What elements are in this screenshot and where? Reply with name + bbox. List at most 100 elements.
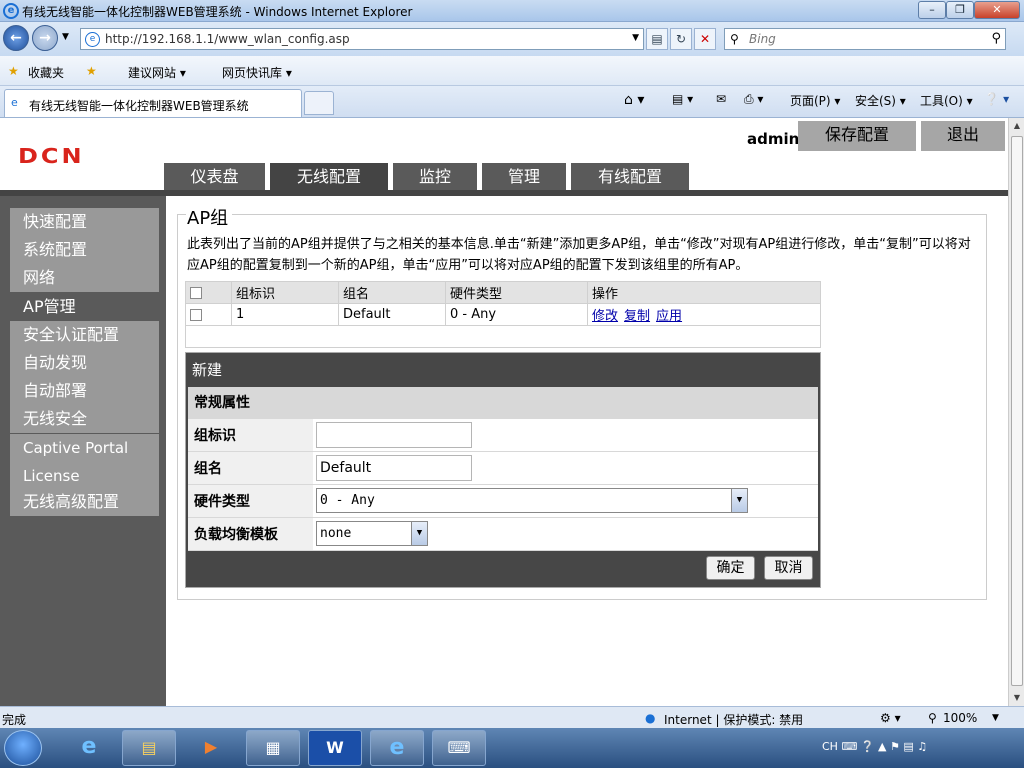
taskbar-word-icon[interactable]: W — [308, 730, 362, 766]
address-toolbar: ← → ▼ e http://192.168.1.1/www_wlan_conf… — [0, 22, 1024, 56]
table-header-row: 组标识 组名 硬件类型 操作 — [185, 281, 821, 304]
search-input[interactable]: ⚲ Bing ⚲ — [724, 28, 1006, 50]
taskbar-ie-icon[interactable]: e — [62, 730, 116, 766]
home-icon[interactable]: ⌂ ▾ — [624, 92, 644, 108]
taskbar: e ▤ ▶ ▦ W e ⌨ CH ⌨ ❔ ▲ ⚑ ▤ ♫ — [0, 728, 1024, 768]
window-titlebar: e 有线无线智能一体化控制器WEB管理系统 - Windows Internet… — [0, 0, 1024, 22]
favorites-bar: ★ 收藏夹 ★ 建议网站 ▾ 网页快讯库 ▾ — [0, 56, 1024, 86]
sidebar-item-auto-discovery[interactable]: 自动发现 — [10, 349, 159, 377]
page-scrollbar[interactable]: ▲ ▼ — [1008, 118, 1024, 706]
taskbar-app-icon[interactable]: ▦ — [246, 730, 300, 766]
sidebar-item-quick-config[interactable]: 快速配置 — [10, 208, 159, 236]
taskbar-media-icon[interactable]: ▶ — [184, 730, 238, 766]
scroll-thumb[interactable] — [1011, 136, 1023, 686]
add-favorite-icon[interactable]: ★ — [86, 64, 97, 78]
taskbar-ie-window-icon[interactable]: e — [370, 730, 424, 766]
cancel-button[interactable]: 取消 — [764, 556, 813, 580]
scroll-up-icon[interactable]: ▲ — [1010, 118, 1024, 134]
group-id-input[interactable] — [316, 421, 472, 448]
tools-menu[interactable]: 工具(O) ▾ — [920, 92, 973, 109]
webslice-gallery-link[interactable]: 网页快讯库 ▾ — [222, 64, 292, 81]
scroll-down-icon[interactable]: ▼ — [1010, 690, 1024, 706]
address-input[interactable]: e http://192.168.1.1/www_wlan_config.asp… — [80, 28, 644, 50]
print-icon[interactable]: ⎙ ▾ — [744, 92, 763, 107]
sidebar-item-network[interactable]: 网络 — [10, 264, 159, 292]
zone-text: Internet | 保护模式: 禁用 — [664, 713, 804, 727]
sidebar-item-license[interactable]: License — [10, 462, 159, 490]
sidebar-item-security-auth[interactable]: 安全认证配置 — [10, 321, 159, 349]
zoom-level[interactable]: 100% — [943, 711, 977, 725]
save-config-button[interactable]: 保存配置 — [798, 121, 916, 151]
tab-current[interactable]: e 有线无线智能一体化控制器WEB管理系统 — [4, 89, 302, 117]
sidebar-item-captive-portal[interactable]: Captive Portal — [10, 434, 159, 462]
tab-dashboard[interactable]: 仪表盘 — [164, 163, 265, 192]
feeds-icon[interactable]: ▤ ▾ — [672, 92, 693, 106]
history-dropdown-icon[interactable]: ▼ — [62, 32, 69, 42]
dcn-logo: DCN — [18, 144, 85, 168]
page-icon: e — [85, 32, 100, 47]
current-user: admin — [747, 130, 800, 148]
addons-icon[interactable]: ⚙ ▾ — [880, 711, 901, 725]
group-name-label: 组名 — [188, 451, 313, 485]
tab-manage[interactable]: 管理 — [482, 163, 566, 192]
address-url: http://192.168.1.1/www_wlan_config.asp — [105, 32, 350, 46]
status-text: 完成 — [2, 713, 27, 727]
copy-link[interactable]: 复制 — [624, 309, 650, 324]
stop-icon[interactable]: ✕ — [694, 28, 716, 50]
select-all-checkbox[interactable] — [190, 286, 202, 299]
close-button[interactable]: ✕ — [974, 1, 1020, 19]
tab-title: 有线无线智能一体化控制器WEB管理系统 — [29, 99, 249, 113]
ie-icon: e — [3, 3, 19, 19]
row-checkbox[interactable] — [190, 308, 202, 321]
page-menu[interactable]: 页面(P) ▾ — [790, 92, 840, 109]
table-empty-row — [185, 325, 821, 348]
search-icon[interactable]: ⚲ — [991, 31, 1001, 46]
safety-menu[interactable]: 安全(S) ▾ — [855, 92, 906, 109]
main-content: AP组 此表列出了当前的AP组并提供了与之相关的基本信息.单击“新建”添加更多A… — [166, 196, 1008, 706]
refresh-icon[interactable]: ↻ — [670, 28, 692, 50]
sidebar-item-auto-deploy[interactable]: 自动部署 — [10, 377, 159, 405]
sidebar-item-wireless-security[interactable]: 无线安全 — [10, 405, 159, 433]
tab-monitor[interactable]: 监控 — [393, 163, 477, 192]
compat-view-icon[interactable]: ▤ — [646, 28, 668, 50]
col-actions: 操作 — [587, 281, 821, 304]
back-button[interactable]: ← — [3, 25, 29, 51]
taskbar-keyboard-icon[interactable]: ⌨ — [432, 730, 486, 766]
sidebar-item-ap-manage[interactable]: AP管理 — [10, 293, 159, 321]
tab-page-icon: e — [11, 96, 18, 109]
forward-button[interactable]: → — [32, 25, 58, 51]
zoom-dropdown-icon[interactable]: ▼ — [992, 713, 999, 723]
help-icon[interactable]: ❔ ▾ — [984, 92, 1009, 106]
page-title: AP组 — [186, 204, 233, 230]
logout-button[interactable]: 退出 — [921, 121, 1005, 151]
new-tab-button[interactable] — [304, 91, 334, 115]
address-dropdown-icon[interactable]: ▼ — [632, 33, 639, 43]
hardware-type-select[interactable]: 0 - Any ▼ — [316, 488, 748, 513]
favorites-button[interactable]: 收藏夹 — [28, 64, 64, 81]
start-button[interactable] — [4, 730, 42, 766]
sidebar-item-wireless-advanced[interactable]: 无线高级配置 — [10, 488, 159, 516]
status-bar: 完成 ● Internet | 保护模式: 禁用 ⚙ ▾ ⚲ 100% ▼ — [0, 706, 1024, 728]
form-row-hardware-type: 硬件类型 0 - Any ▼ — [188, 484, 818, 518]
maximize-button[interactable]: ❐ — [946, 1, 974, 19]
taskbar-explorer-icon[interactable]: ▤ — [122, 730, 176, 766]
chevron-down-icon[interactable]: ▼ — [411, 522, 427, 545]
edit-link[interactable]: 修改 — [592, 309, 618, 324]
apply-link[interactable]: 应用 — [656, 309, 682, 324]
system-tray: CH ⌨ ❔ ▲ ⚑ ▤ ♫ — [822, 740, 928, 753]
table-row: 1 Default 0 - Any 修改 复制 应用 — [185, 303, 821, 326]
tab-wired-config[interactable]: 有线配置 — [571, 163, 689, 192]
tab-wireless-config[interactable]: 无线配置 — [270, 163, 388, 192]
sidebar-item-system-config[interactable]: 系统配置 — [10, 236, 159, 264]
suggested-sites-link[interactable]: 建议网站 ▾ — [128, 64, 186, 81]
load-balance-select[interactable]: none ▼ — [316, 521, 428, 546]
cell-group-id: 1 — [231, 303, 339, 326]
group-name-input[interactable]: Default — [316, 454, 472, 481]
search-provider-icon: ⚲ — [730, 32, 739, 46]
input-language[interactable]: CH — [822, 740, 838, 753]
cell-actions: 修改 复制 应用 — [587, 303, 821, 326]
confirm-button[interactable]: 确定 — [706, 556, 755, 580]
read-mail-icon[interactable]: ✉ — [716, 92, 726, 106]
minimize-button[interactable]: – — [918, 1, 946, 19]
chevron-down-icon[interactable]: ▼ — [731, 489, 747, 512]
